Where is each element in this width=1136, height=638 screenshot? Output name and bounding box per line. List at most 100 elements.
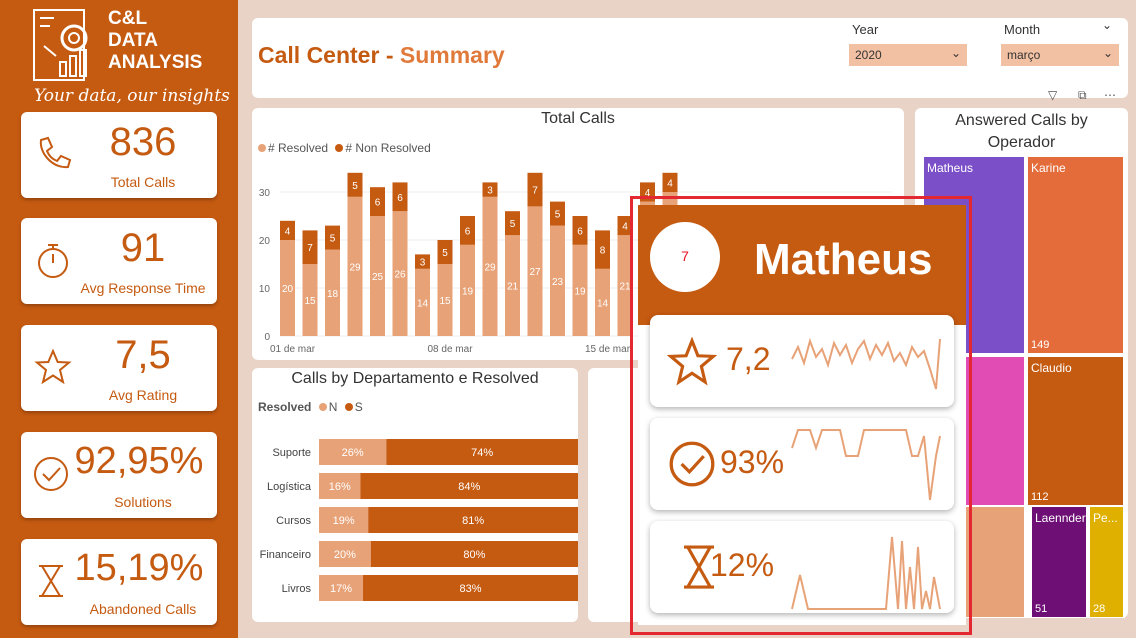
star-icon (34, 348, 72, 385)
more-options-icon[interactable]: ⋯ (1104, 88, 1116, 102)
logo-text: C&L DATA ANALYSIS (108, 8, 202, 74)
stopwatch-icon (38, 244, 68, 278)
bar-label: 83% (459, 583, 481, 595)
x-tick-label: 01 de mar (270, 344, 316, 355)
header-card: Call Center - Summary Year 2020 ⌄ Month … (252, 18, 1128, 98)
x-tick-label: 15 de mar (585, 344, 631, 355)
visual-header-toolbar: ▽ ⧉ ⋯ (1048, 88, 1128, 104)
tile-label: Karine (1031, 161, 1066, 175)
bar-label: 20% (334, 549, 356, 561)
tile-value: 51 (1035, 603, 1047, 615)
treemap-tile[interactable] (1026, 355, 1125, 507)
y-tick-label: 20 (259, 236, 271, 247)
category-label: Logística (267, 481, 312, 493)
kpi-avg-rating[interactable]: 7,5 Avg Rating (21, 325, 217, 411)
bar-label: 6 (577, 226, 583, 237)
kpi-solutions[interactable]: 92,95% Solutions (21, 432, 217, 518)
bar-label: 80% (463, 549, 485, 561)
bar-label: 8 (600, 246, 606, 257)
kpi-abandoned-calls[interactable]: 15,19% Abandoned Calls (21, 539, 217, 625)
y-tick-label: 30 (259, 188, 271, 199)
logo-tagline: Your data, our insights (34, 86, 230, 106)
tile-label: Matheus (927, 161, 973, 175)
kpi-value: 91 (120, 226, 166, 270)
bar-label: 27 (529, 267, 541, 278)
logo-line-2: DATA (108, 30, 158, 51)
bar-label: 21 (507, 282, 519, 293)
kpi-label: Abandoned Calls (89, 601, 197, 617)
bar-label: 17% (330, 583, 352, 595)
logo-icon (33, 9, 88, 81)
kpi-value: 836 (109, 120, 177, 164)
category-label: Cursos (276, 515, 311, 527)
bar-label: 5 (352, 181, 358, 192)
chevron-down-icon[interactable]: ⌄ (1102, 18, 1112, 32)
bar-label: 6 (375, 198, 381, 209)
dept-chart: Calls by Departamento e Resolved Resolve… (252, 368, 578, 622)
bar-label: 18 (327, 289, 339, 300)
bar-label: 25 (372, 272, 384, 283)
page-title-main: Call Center - (258, 42, 400, 68)
month-value: março (1007, 48, 1041, 62)
kpi-avg-response-time[interactable]: 91 Avg Response Time (21, 218, 217, 304)
chevron-down-icon: ⌄ (950, 46, 961, 60)
bar-label: 19 (462, 286, 474, 297)
year-slicer[interactable]: 2020 ⌄ (849, 44, 967, 66)
bar-label: 23 (552, 277, 564, 288)
logo-line-1: C&L (108, 8, 148, 29)
bar-label: 14 (417, 298, 429, 309)
bar-label: 3 (487, 186, 493, 197)
bar-label: 6 (397, 193, 403, 204)
bar-label: 74% (471, 447, 493, 459)
bar-label: 81% (462, 515, 484, 527)
company-logo: C&L DATA ANALYSIS Your data, our insight… (30, 6, 230, 106)
bar-label: 14 (597, 298, 609, 309)
category-label: Suporte (272, 447, 311, 459)
x-tick-label: 08 de mar (428, 344, 474, 355)
tile-label: Pe... (1093, 511, 1118, 525)
bar-label: 19 (574, 286, 586, 297)
phone-icon (39, 136, 72, 169)
dept-plot: Suporte 26% 74% Logística 16% 84% Cursos 19% 81%… (260, 439, 578, 601)
page-title: Call Center - Summary (258, 42, 505, 69)
bar-label: 7 (532, 186, 538, 197)
bar-label: 26 (394, 270, 406, 281)
bar-label: 16% (329, 481, 351, 493)
kpi-label: Avg Rating (108, 387, 178, 403)
bar-label: 5 (555, 210, 561, 221)
category-label: Livros (282, 583, 312, 595)
bar-label: 5 (510, 219, 516, 230)
logo-line-3: ANALYSIS (108, 52, 203, 73)
bar-label: 84% (458, 481, 480, 493)
kpi-total-calls[interactable]: 836 Total Calls (21, 112, 217, 198)
bar-label: 5 (442, 248, 448, 259)
bar-label: 3 (420, 258, 426, 269)
chevron-down-icon: ⌄ (1102, 46, 1113, 60)
highlight-box (630, 196, 972, 635)
kpi-label: Solutions (114, 494, 172, 510)
tile-label: Claudio (1031, 361, 1072, 375)
kpi-label: Total Calls (110, 174, 176, 190)
bar-label: 6 (465, 226, 471, 237)
treemap-tile[interactable] (1026, 155, 1125, 355)
kpi-label: Avg Response Time (80, 280, 206, 296)
focus-mode-icon[interactable]: ⧉ (1078, 88, 1087, 103)
sidebar: C&L DATA ANALYSIS Your data, our insight… (0, 0, 238, 638)
kpi-value: 15,19% (74, 547, 204, 589)
tile-value: 112 (1031, 491, 1049, 503)
bar-label: 4 (667, 178, 673, 189)
filter-icon[interactable]: ▽ (1048, 88, 1057, 102)
bar-label: 29 (484, 262, 496, 273)
month-slicer-label: Month (1004, 22, 1041, 37)
bar-label: 5 (330, 234, 336, 245)
bar-label: 15 (439, 296, 451, 307)
y-tick-label: 10 (259, 284, 271, 295)
month-slicer[interactable]: março ⌄ (1001, 44, 1119, 66)
page-title-accent: Summary (399, 42, 505, 68)
tile-value: 28 (1093, 603, 1105, 615)
year-slicer-label: Year (852, 22, 879, 37)
category-label: Financeiro (260, 549, 311, 561)
kpi-value: 92,95% (74, 440, 204, 482)
bar-label: 20 (282, 284, 294, 295)
bar-label: 4 (622, 222, 628, 233)
